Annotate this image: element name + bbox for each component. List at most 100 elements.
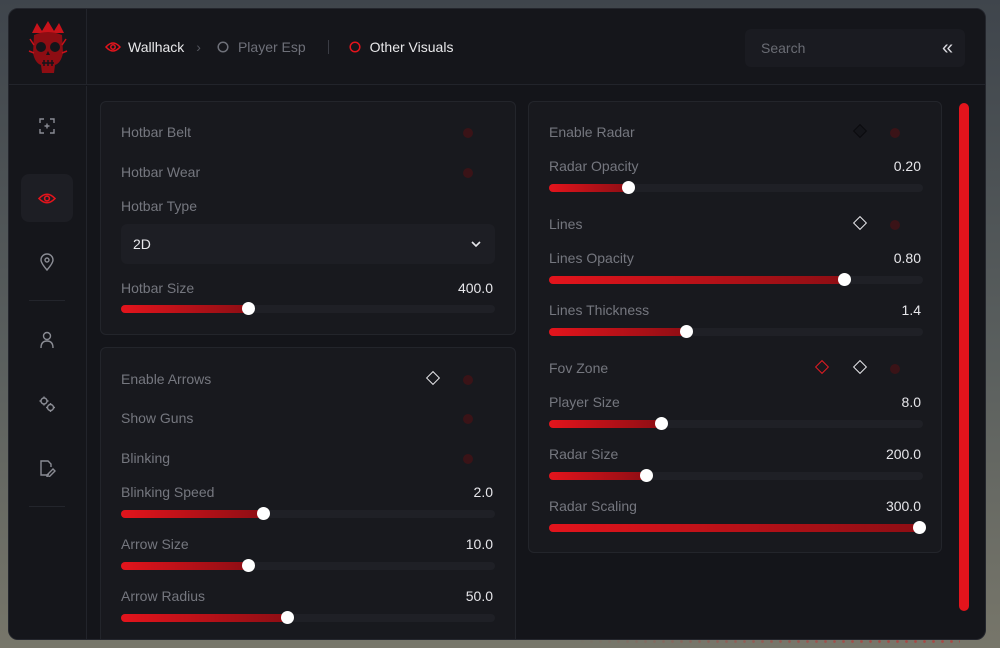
- file-edit-icon: [40, 460, 56, 477]
- lines-toggle[interactable]: [890, 217, 922, 233]
- radar-size-value: 200.0: [885, 446, 921, 462]
- fov-zone-color-picker-diamond-icon[interactable]: [814, 359, 830, 375]
- arrow-radius-label: Arrow Radius: [121, 588, 206, 604]
- chevron-down-icon: [471, 240, 481, 247]
- sidebar-item-players[interactable]: [21, 316, 73, 364]
- skull-crown-logo-icon: [28, 21, 67, 73]
- scrollbar[interactable]: [959, 103, 969, 611]
- eye-icon: [38, 192, 56, 204]
- sidebar-item-map[interactable]: [21, 238, 73, 286]
- sidebar-item-configs[interactable]: [21, 444, 73, 492]
- hotbar-type-select[interactable]: 2D: [121, 224, 495, 264]
- location-pin-icon: [40, 253, 54, 271]
- show-guns-label: Show Guns: [121, 410, 194, 426]
- lines-opacity-slider[interactable]: [549, 273, 923, 286]
- logo: [9, 9, 87, 85]
- tab-player-esp[interactable]: Player Esp: [215, 39, 306, 55]
- enable-radar-toggle[interactable]: [890, 125, 922, 141]
- slider-fill: [549, 184, 628, 192]
- fov-zone-secondary-color-diamond-icon[interactable]: [852, 359, 868, 375]
- blinking-speed-slider[interactable]: [121, 507, 495, 520]
- breadcrumb-nav: Wallhack › Player Esp Other Visuals: [105, 9, 453, 85]
- arrow-radius-slider[interactable]: [121, 611, 495, 624]
- sidebar-item-settings[interactable]: [21, 380, 73, 428]
- hotbar-type-label: Hotbar Type: [121, 198, 198, 214]
- slider-knob[interactable]: [679, 325, 693, 338]
- eye-icon: [105, 39, 121, 55]
- radar-opacity-slider[interactable]: [549, 181, 923, 194]
- hotbar-size-label: Hotbar Size: [121, 280, 195, 296]
- hotbar-wear-toggle[interactable]: [463, 165, 495, 181]
- radar-opacity-value: 0.20: [893, 158, 921, 174]
- radar-size-label: Radar Size: [549, 446, 619, 462]
- slider-fill: [121, 510, 264, 518]
- sidebar-divider: [29, 300, 65, 301]
- hotbar-size-slider[interactable]: [121, 302, 495, 315]
- slider-fill: [549, 472, 647, 480]
- slider-fill: [549, 328, 686, 336]
- enable-radar-label: Enable Radar: [549, 124, 635, 140]
- slider-knob[interactable]: [281, 611, 295, 624]
- sidebar-item-aim[interactable]: [21, 102, 73, 150]
- enable-arrows-toggle[interactable]: [463, 372, 495, 388]
- slider-knob[interactable]: [242, 302, 256, 315]
- nav-divider: [327, 40, 329, 54]
- player-size-slider[interactable]: [549, 417, 923, 430]
- slider-knob[interactable]: [257, 507, 271, 520]
- tab-player-esp-label: Player Esp: [237, 39, 306, 55]
- arrows-panel: Enable Arrows Show Guns Blinking Blinkin…: [100, 347, 516, 639]
- radar-color-picker-diamond-icon[interactable]: [852, 123, 868, 139]
- lines-thickness-label: Lines Thickness: [549, 302, 650, 318]
- top-bar: Wallhack › Player Esp Other Visuals «: [9, 9, 985, 85]
- collapse-double-chevron-icon[interactable]: «: [942, 38, 953, 58]
- hotbar-type-selected-value: 2D: [133, 236, 151, 252]
- slider-fill: [121, 614, 288, 622]
- slider-fill: [549, 420, 662, 428]
- slider-knob[interactable]: [640, 469, 654, 482]
- circle-icon: [215, 39, 231, 55]
- user-icon: [40, 331, 54, 349]
- fov-zone-toggle[interactable]: [890, 361, 922, 377]
- arrow-size-slider[interactable]: [121, 559, 495, 572]
- hotbar-panel: Hotbar Belt Hotbar Wear Hotbar Type 2D H…: [100, 101, 516, 335]
- lines-color-picker-diamond-icon[interactable]: [852, 215, 868, 231]
- circle-icon: [347, 39, 363, 55]
- chevron-right-icon: ›: [196, 39, 201, 55]
- hotbar-belt-label: Hotbar Belt: [121, 124, 192, 140]
- slider-knob[interactable]: [655, 417, 669, 430]
- arrows-color-picker-diamond-icon[interactable]: [425, 370, 441, 386]
- tab-other-visuals[interactable]: Other Visuals: [347, 39, 454, 55]
- radar-opacity-label: Radar Opacity: [549, 158, 639, 174]
- blinking-toggle[interactable]: [463, 451, 495, 467]
- tab-other-visuals-label: Other Visuals: [369, 39, 454, 55]
- lines-thickness-slider[interactable]: [549, 325, 923, 338]
- cheat-menu-window: Wallhack › Player Esp Other Visuals «: [8, 8, 986, 640]
- sidebar: [9, 86, 87, 639]
- gears-icon: [39, 396, 55, 412]
- slider-fill: [549, 524, 920, 532]
- lines-opacity-value: 0.80: [893, 250, 921, 266]
- slider-fill: [121, 305, 249, 313]
- radar-size-slider[interactable]: [549, 469, 923, 482]
- blinking-speed-label: Blinking Speed: [121, 484, 215, 500]
- crosshair-icon: [39, 118, 55, 134]
- sidebar-item-visuals[interactable]: [21, 174, 73, 222]
- slider-knob[interactable]: [913, 521, 927, 534]
- arrow-radius-value: 50.0: [465, 588, 493, 604]
- hotbar-wear-label: Hotbar Wear: [121, 164, 201, 180]
- slider-knob[interactable]: [621, 181, 635, 194]
- hotbar-belt-toggle[interactable]: [463, 125, 495, 141]
- fov-zone-label: Fov Zone: [549, 360, 609, 376]
- lines-opacity-label: Lines Opacity: [549, 250, 634, 266]
- radar-scaling-slider[interactable]: [549, 521, 927, 534]
- tab-wallhack[interactable]: Wallhack: [105, 39, 184, 55]
- show-guns-toggle[interactable]: [463, 411, 495, 427]
- slider-fill: [549, 276, 845, 284]
- lines-thickness-value: 1.4: [901, 302, 921, 318]
- search-input[interactable]: [761, 40, 942, 56]
- radar-panel: Enable Radar Radar Opacity 0.20 Lines Li…: [528, 101, 942, 553]
- slider-knob[interactable]: [838, 273, 852, 286]
- slider-knob[interactable]: [242, 559, 256, 572]
- lines-label: Lines: [549, 216, 583, 232]
- hotbar-size-value: 400.0: [457, 280, 493, 296]
